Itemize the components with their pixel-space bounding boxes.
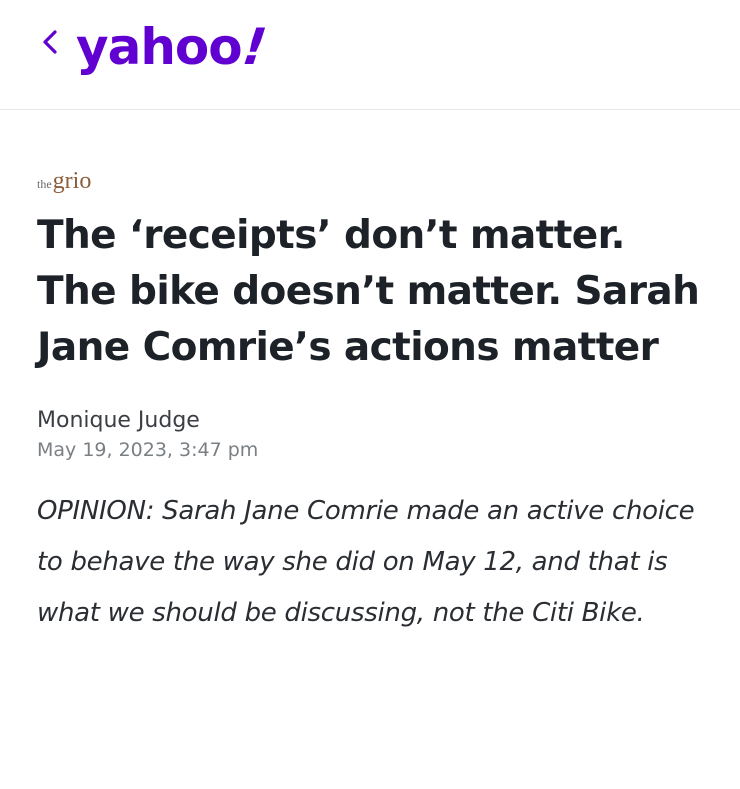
source-name: grio <box>52 168 92 194</box>
back-button[interactable] <box>30 22 70 66</box>
article: the grio The ‘receipts’ don’t matter. The… <box>0 168 740 639</box>
source-logo[interactable]: the grio <box>37 168 706 198</box>
article-headline: The ‘receipts’ don’t matter. The bike do… <box>37 213 700 370</box>
article-summary: OPINION: Sarah Jane Comrie made an activ… <box>37 496 695 628</box>
logo-text: yahoo <box>76 18 243 76</box>
yahoo-logo[interactable]: yahoo! <box>76 8 274 76</box>
chevron-left-icon <box>41 29 59 60</box>
publish-date: May 19, 2023, 3:47 pm <box>37 439 259 461</box>
author-name[interactable]: Monique Judge <box>37 406 706 436</box>
source-prefix: the <box>37 177 52 191</box>
top-bar: yahoo! <box>0 0 740 110</box>
